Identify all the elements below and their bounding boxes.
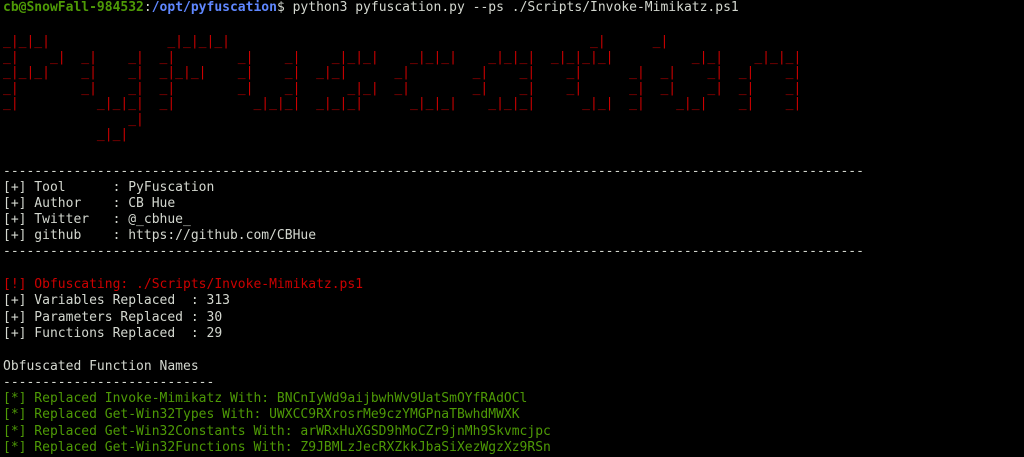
prompt-separator: : [143,0,152,15]
section-underline: --------------------------- [3,375,215,390]
replacement-line: [*] Replaced Get-Win32Types With: UWXCC9… [3,407,520,422]
divider-top: ----------------------------------------… [3,164,864,179]
banner-art-line: _|_|_| _| _| _|_|_| _| _| _|_| _| _| _| … [3,65,802,80]
parameters-replaced: [+] Parameters Replaced : 30 [3,310,223,325]
prompt-user-host: cb@SnowFall-984532 [3,0,144,15]
banner-art-line: _|_|_| _|_|_|_| _| _| [3,34,669,49]
pyfuscation-ascii-banner: _|_|_| _|_|_|_| _| _| _| _| _| _| _| _| … [3,34,801,143]
command-text: python3 pyfuscation.py --ps ./Scripts/In… [284,0,739,15]
banner-art-line: _| _|_|_| _| _|_|_| _|_|_| _|_|_| _|_|_|… [3,96,802,111]
command-prompt-line: cb@SnowFall-984532:/opt/pyfuscation$ pyt… [3,0,739,16]
banner-art-line: _| _| _| _| _| _| _| _|_|_| _|_|_| _|_|_… [3,49,802,65]
info-tool: [+] Tool : PyFuscation [3,180,215,195]
prompt-symbol: $ [276,0,285,15]
info-twitter: [+] Twitter : @_cbhue_ [3,212,191,227]
banner-art-line: _| [3,111,144,127]
info-github: [+] github : https://github.com/CBHue [3,228,317,243]
obfuscating-status: [!] Obfuscating: ./Scripts/Invoke-Mimika… [3,277,364,292]
replacement-line: [*] Replaced Get-Win32Functions With: Z9… [3,440,551,455]
variables-replaced: [+] Variables Replaced : 313 [3,293,230,308]
banner-art-line: _|_| [3,127,129,142]
divider-bottom: ----------------------------------------… [3,244,864,259]
terminal-window[interactable]: cb@SnowFall-984532:/opt/pyfuscation$ pyt… [0,0,1024,457]
section-title: Obfuscated Function Names [3,359,199,374]
functions-replaced: [+] Functions Replaced : 29 [3,326,223,341]
replacement-line: [*] Replaced Get-Win32Constants With: ar… [3,424,551,439]
prompt-path: /opt/pyfuscation [151,0,277,15]
replacement-line: [*] Replaced Invoke-Mimikatz With: BNCnI… [3,391,528,406]
info-author: [+] Author : CB Hue [3,196,176,211]
banner-art-line: _| _| _| _| _| _| _|_| _| _| _| _| _| _|… [3,80,802,96]
